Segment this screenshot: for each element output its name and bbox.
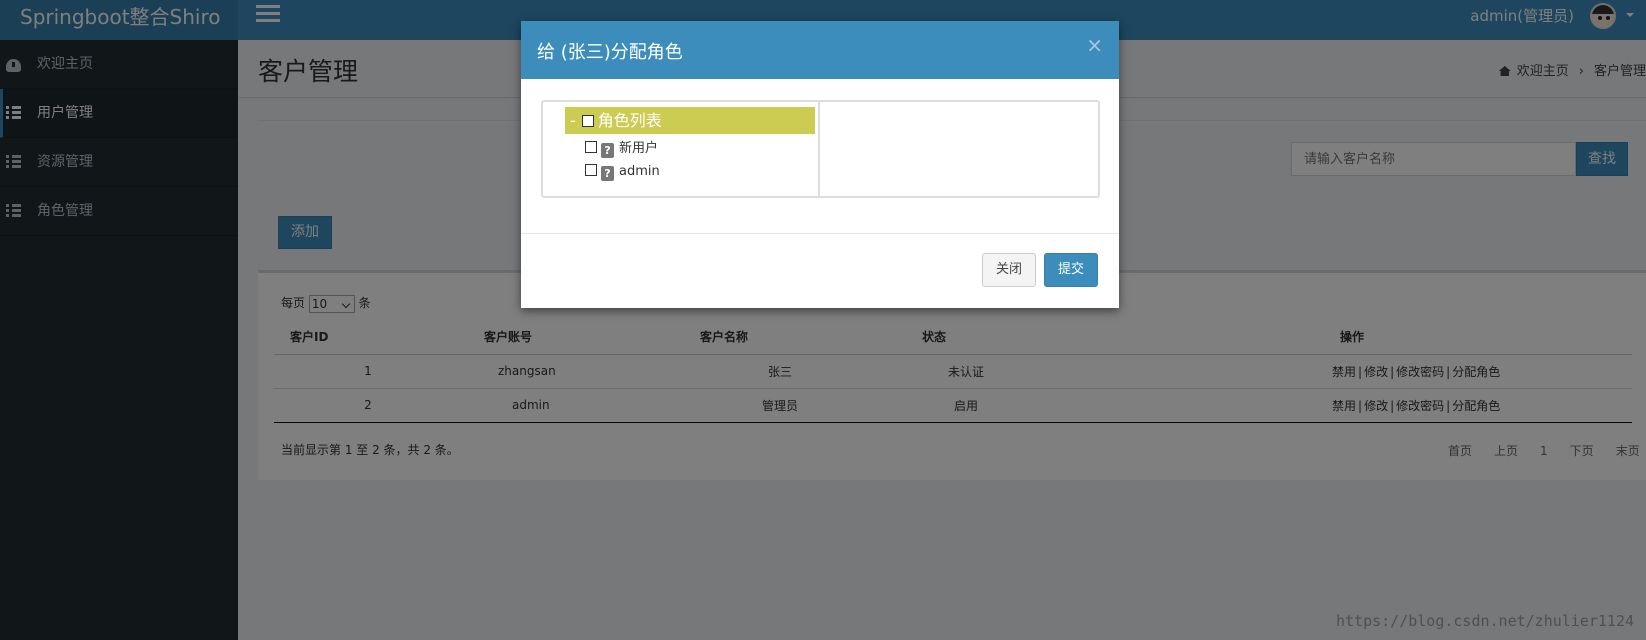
tree-collapse-toggle[interactable]: - [570,111,576,130]
tree-node-root[interactable]: - 角色列表 [565,107,815,134]
submit-button[interactable]: 提交 [1044,253,1098,287]
role-tree: - 角色列表 ? 新用户 ? admin [543,102,820,196]
modal-title: 给 (张三)分配角色 [537,42,683,63]
unknown-node-icon: ? [601,143,614,158]
checkbox-admin[interactable] [585,164,597,176]
tree-node-child[interactable]: ? admin [585,164,660,181]
tree-node-label: 角色列表 [597,111,662,130]
modal-footer-divider [521,233,1119,234]
tree-node-child[interactable]: ? 新用户 [585,137,658,158]
assign-role-modal: 给 (张三)分配角色 × - 角色列表 ? 新用户 ? admin 关闭 提交 [521,21,1119,308]
checkbox-root[interactable] [581,115,594,127]
role-detail-pane [822,102,1100,196]
modal-header: 给 (张三)分配角色 × [521,21,1119,79]
unknown-node-icon: ? [601,166,614,181]
tree-node-label: admin [619,164,660,179]
close-icon[interactable]: × [1086,35,1103,55]
tree-node-label: 新用户 [619,141,659,156]
checkbox-new-user[interactable] [585,141,597,153]
modal-body: - 角色列表 ? 新用户 ? admin [541,100,1100,198]
close-button[interactable]: 关闭 [982,253,1036,287]
